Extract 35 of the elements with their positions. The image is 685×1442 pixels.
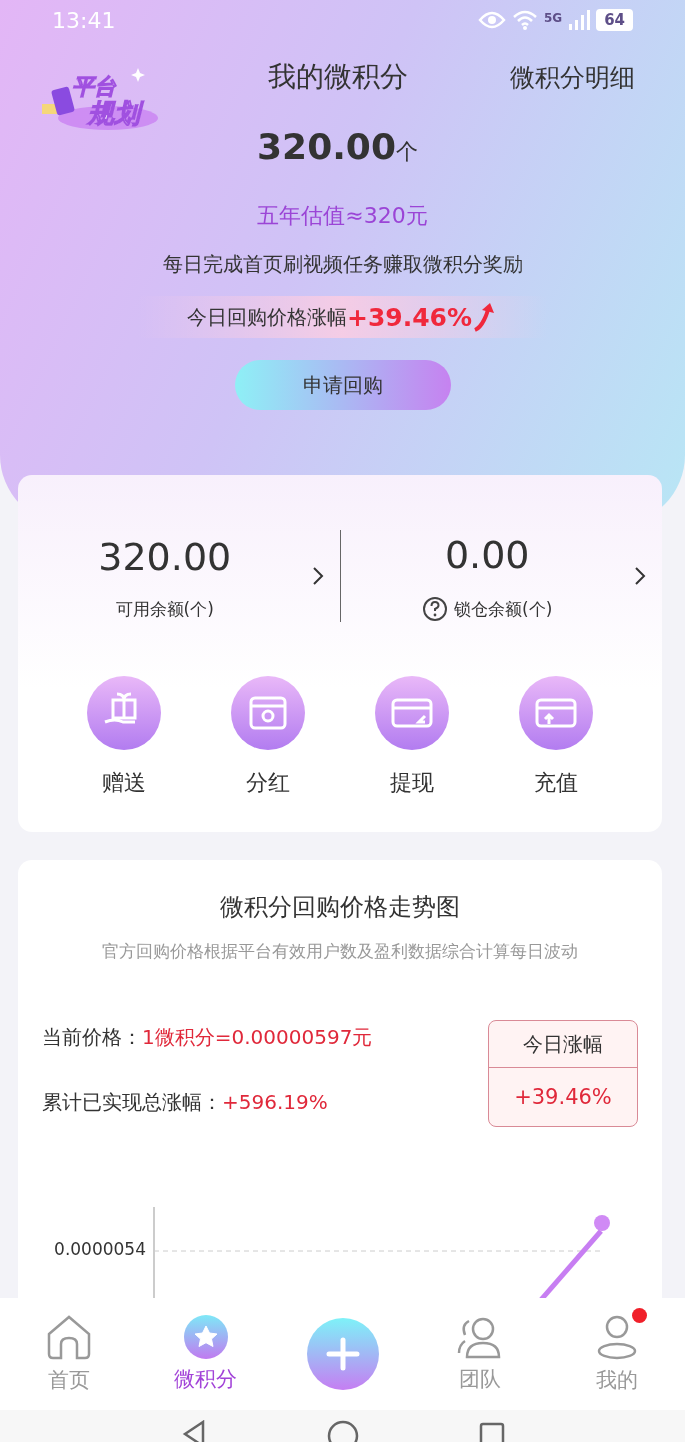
action-label[interactable]: 分红 — [246, 768, 290, 798]
balance-amount: 320.00 — [98, 533, 232, 581]
action-label[interactable]: 赠送 — [102, 768, 146, 798]
details-link[interactable]: 微积分明细 — [510, 60, 685, 94]
y-axis-label: 0.0000054 — [53, 1238, 146, 1261]
total-rise-text: 累计已实现总涨幅：+596.19% — [42, 1089, 329, 1116]
clock: 13:41 — [52, 7, 116, 33]
balance-label: 锁仓余额(个) — [454, 597, 553, 621]
back-icon[interactable] — [180, 1420, 207, 1442]
current-price-text: 当前价格：1微积分=0.00000597元 — [42, 1024, 373, 1051]
recent-apps-icon[interactable] — [478, 1420, 505, 1442]
network-label: 5G — [543, 11, 563, 25]
action-label[interactable]: 提现 — [390, 768, 434, 798]
description-text: 每日完成首页刷视频任务赚取微积分奖励 — [161, 251, 524, 278]
page-title: 我的微积分 — [266, 59, 409, 95]
apply-buyback-button[interactable]: 申请回购 — [234, 360, 451, 410]
tab-label[interactable]: 微积分 — [174, 1365, 237, 1393]
help-icon[interactable] — [422, 596, 449, 622]
points-amount: 320.00个 — [256, 126, 419, 167]
signal-icon — [568, 10, 591, 30]
wifi-icon — [511, 9, 538, 31]
battery-level: 64 — [596, 9, 633, 31]
home-button-icon[interactable] — [326, 1420, 359, 1442]
logo: 平台 规划 — [0, 66, 165, 134]
chevron-right-icon[interactable] — [634, 566, 646, 586]
balance-amount: 0.00 — [444, 532, 530, 579]
box-title: 今日涨幅 — [489, 1021, 637, 1068]
chart-title: 微积分回购价格走势图 — [219, 892, 461, 923]
estimate-text: 五年估值≈320元 — [256, 202, 429, 230]
chevron-right-icon[interactable] — [311, 566, 324, 586]
box-value: +39.46% — [513, 1084, 613, 1111]
chart-subtitle: 官方回购价格根据平台有效用户数及盈利数据综合计算每日波动 — [101, 940, 579, 963]
balance-label: 可用余额(个) — [115, 597, 214, 621]
eye-icon — [477, 10, 506, 30]
action-label[interactable]: 充值 — [534, 768, 578, 798]
